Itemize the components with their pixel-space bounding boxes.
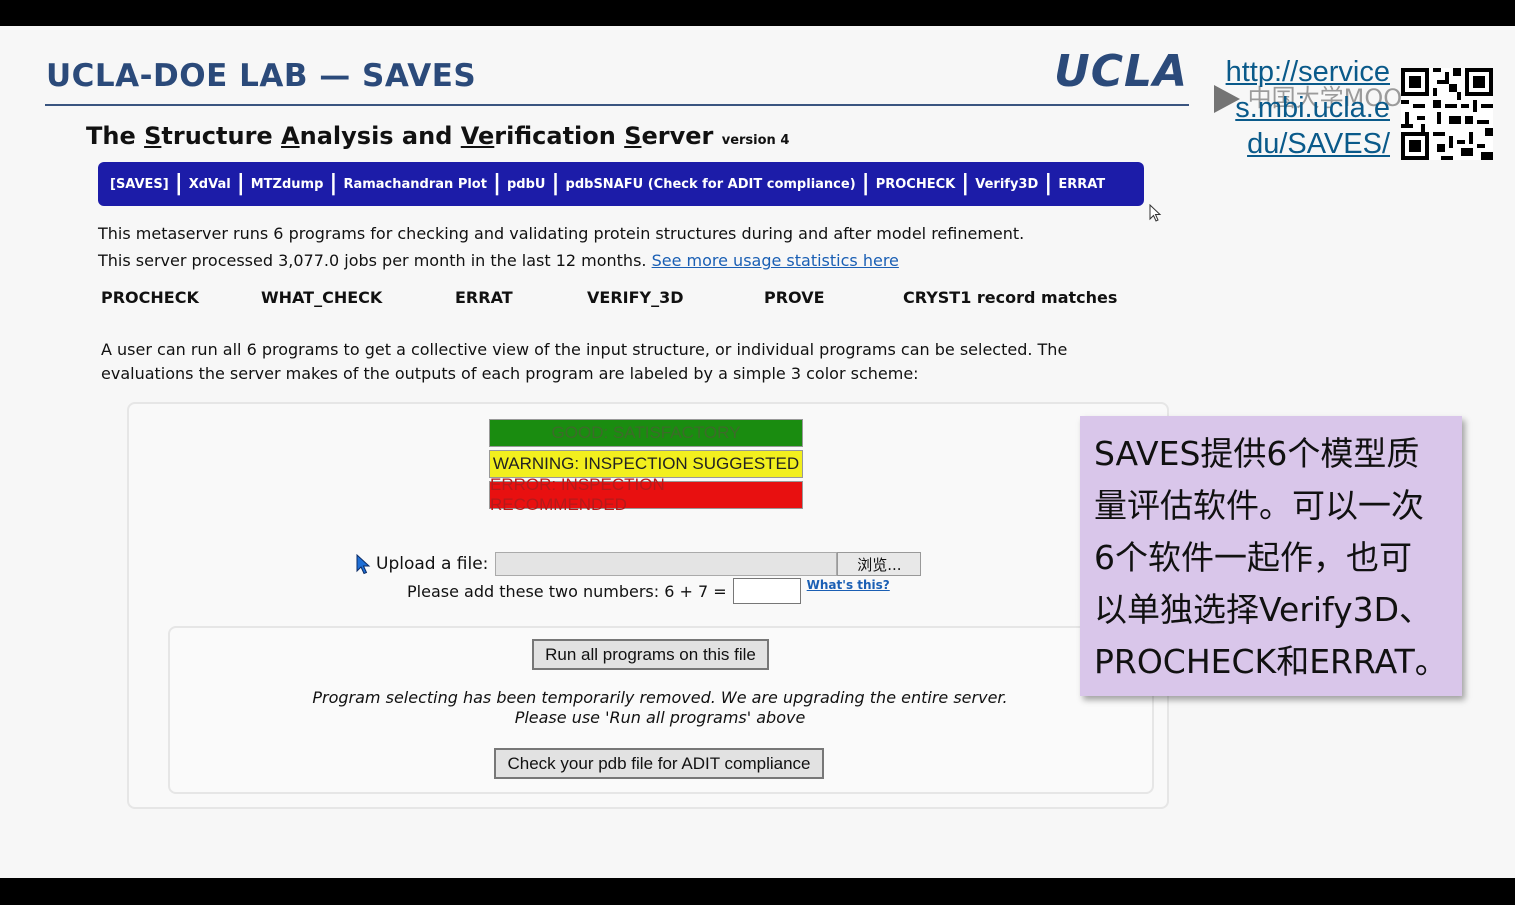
version-label: version 4 bbox=[721, 133, 790, 148]
title-part: rification bbox=[494, 122, 625, 150]
qr-code-icon bbox=[1401, 68, 1493, 160]
nav-link-mtzdump[interactable]: MTZdump bbox=[251, 177, 324, 192]
legend-warning: WARNING: INSPECTION SUGGESTED bbox=[489, 450, 803, 478]
nav-link-ramachandran[interactable]: Ramachandran Plot bbox=[343, 177, 487, 192]
browse-button[interactable]: 浏览... bbox=[837, 552, 922, 576]
highlight-pointer-icon bbox=[356, 554, 371, 575]
title-part: S bbox=[624, 122, 642, 150]
nav-separator: | bbox=[961, 171, 970, 196]
notice-line-1: Program selecting has been temporarily r… bbox=[312, 688, 1008, 707]
program-name: CRYST1 record matches bbox=[903, 288, 1118, 307]
legend-good: GOOD: SATISFACTORY bbox=[489, 419, 803, 447]
usage-stats-link[interactable]: See more usage statistics here bbox=[652, 251, 899, 270]
callout-line: 以单独选择Verify3D、 bbox=[1094, 590, 1433, 629]
site-title: UCLA-DOE LAB — SAVES bbox=[46, 58, 477, 94]
server-title: The Structure Analysis and Verification … bbox=[86, 122, 789, 150]
title-part: tructure bbox=[161, 122, 282, 150]
program-name: PROVE bbox=[764, 288, 825, 307]
intro-text: This metaserver runs 6 programs for chec… bbox=[98, 220, 1024, 274]
legend-error: ERROR: INSPECTION RECOMMENDED bbox=[489, 475, 803, 514]
nav-link-errat[interactable]: ERRAT bbox=[1058, 177, 1105, 192]
nav-separator: | bbox=[174, 171, 183, 196]
title-part: S bbox=[144, 122, 162, 150]
title-part: The bbox=[86, 122, 145, 150]
callout-line: 6个软件一起作，也可 bbox=[1094, 538, 1412, 577]
callout-line: PROCHECK和ERRAT。 bbox=[1094, 642, 1448, 681]
nav-separator: | bbox=[492, 171, 501, 196]
title-part: A bbox=[281, 122, 300, 150]
url-line[interactable]: s.mbi.ucla.e bbox=[1235, 92, 1390, 125]
nav-link-pdbsnafu[interactable]: pdbSNAFU (Check for ADIT compliance) bbox=[566, 177, 856, 192]
program-nav-bar: [SAVES] | XdVal | MTZdump | Ramachandran… bbox=[98, 162, 1144, 206]
intro-line-1: This metaserver runs 6 programs for chec… bbox=[98, 224, 1025, 243]
nav-link-saves[interactable]: [SAVES] bbox=[110, 177, 169, 192]
callout-line: SAVES提供6个模型质 bbox=[1094, 434, 1420, 473]
program-name: VERIFY_3D bbox=[587, 288, 684, 307]
adit-check-button[interactable]: Check your pdb file for ADIT compliance bbox=[494, 748, 824, 779]
captcha-input[interactable] bbox=[732, 578, 801, 604]
nav-separator: | bbox=[861, 171, 870, 196]
file-path-field[interactable] bbox=[495, 552, 838, 576]
nav-separator: | bbox=[236, 171, 245, 196]
nav-link-verify3d[interactable]: Verify3D bbox=[975, 177, 1038, 192]
program-name: WHAT_CHECK bbox=[261, 288, 383, 307]
title-part: nalysis and bbox=[299, 122, 461, 150]
run-all-button[interactable]: Run all programs on this file bbox=[532, 639, 769, 670]
program-name: PROCHECK bbox=[101, 288, 199, 307]
intro-line-2: This server processed 3,077.0 jobs per m… bbox=[98, 247, 1024, 274]
ucla-logo: UCLA bbox=[1054, 46, 1189, 97]
notice-line-2: Please use 'Run all programs' above bbox=[514, 708, 806, 727]
program-name: ERRAT bbox=[455, 288, 513, 307]
url-line[interactable]: du/SAVES/ bbox=[1247, 128, 1390, 161]
nav-link-pdbu[interactable]: pdbU bbox=[507, 177, 545, 192]
annotation-callout: SAVES提供6个模型质 量评估软件。可以一次 6个软件一起作，也可 以单独选择… bbox=[1080, 416, 1462, 696]
whats-this-link[interactable]: What's this? bbox=[807, 578, 890, 592]
captcha-row: Please add these two numbers: 6 + 7 = Wh… bbox=[407, 578, 890, 604]
url-line[interactable]: http://service bbox=[1226, 56, 1390, 89]
mouse-pointer-icon bbox=[1149, 204, 1162, 222]
nav-separator: | bbox=[329, 171, 338, 196]
captcha-label: Please add these two numbers: 6 + 7 = bbox=[407, 581, 727, 601]
nav-separator: | bbox=[551, 171, 560, 196]
slide-screen: UCLA-DOE LAB — SAVES UCLA The Structure … bbox=[0, 26, 1515, 878]
upload-row: Upload a file: 浏览... bbox=[376, 552, 922, 576]
title-part: Ve bbox=[460, 122, 495, 150]
intro-line-2-text: This server processed 3,077.0 jobs per m… bbox=[98, 251, 647, 270]
callout-line: 量评估软件。可以一次 bbox=[1094, 486, 1424, 525]
description-text: A user can run all 6 programs to get a c… bbox=[101, 340, 1068, 383]
header-divider bbox=[45, 104, 1189, 106]
nav-link-procheck[interactable]: PROCHECK bbox=[876, 177, 956, 192]
nav-separator: | bbox=[1044, 171, 1053, 196]
title-part: erver bbox=[641, 122, 714, 150]
nav-link-xdval[interactable]: XdVal bbox=[189, 177, 231, 192]
upload-label: Upload a file: bbox=[376, 554, 489, 574]
notice-text: Program selecting has been temporarily r… bbox=[280, 688, 1040, 728]
